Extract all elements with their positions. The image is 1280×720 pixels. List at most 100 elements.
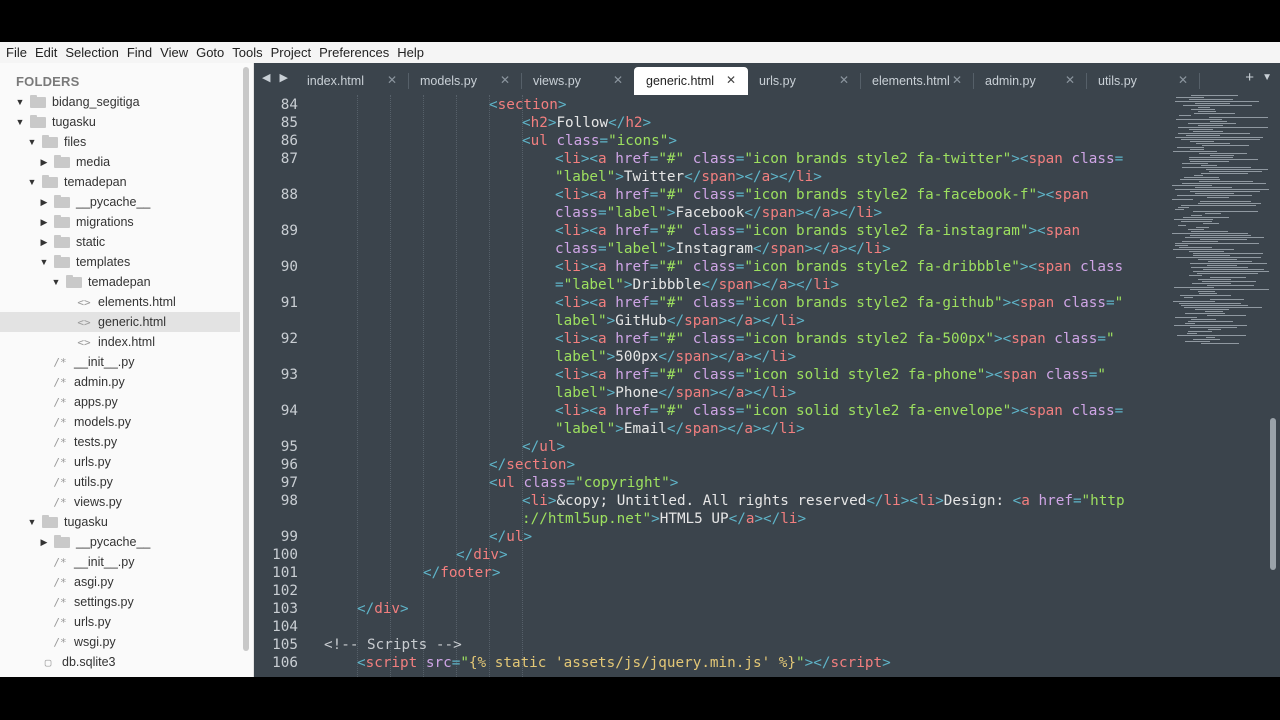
- chevron-down-icon[interactable]: ▼: [14, 117, 26, 127]
- code-line[interactable]: 99 </ul>: [254, 528, 1174, 546]
- code-line[interactable]: label">GitHub</span></a></li>: [254, 312, 1174, 330]
- code-line[interactable]: 102: [254, 582, 1174, 600]
- file-item[interactable]: /* asgi.py: [0, 572, 240, 592]
- file-item[interactable]: /* __init__.py: [0, 352, 240, 372]
- file-item[interactable]: /* settings.py: [0, 592, 240, 612]
- code-line[interactable]: 97 <ul class="copyright">: [254, 474, 1174, 492]
- chevron-down-icon[interactable]: ▼: [50, 277, 62, 287]
- chevron-down-icon[interactable]: ▼: [38, 257, 50, 267]
- chevron-right-icon[interactable]: ▶: [38, 237, 50, 248]
- code-line[interactable]: 85 <h2>Follow</h2>: [254, 114, 1174, 132]
- file-item[interactable]: /* apps.py: [0, 392, 240, 412]
- tab-dropdown-icon[interactable]: ▼: [1262, 72, 1272, 83]
- tab-index-html[interactable]: index.html ✕: [295, 67, 409, 95]
- chevron-right-icon[interactable]: ▶: [38, 157, 50, 168]
- code-line[interactable]: 103 </div>: [254, 600, 1174, 618]
- chevron-right-icon[interactable]: ▶: [38, 197, 50, 208]
- code-line[interactable]: 101 </footer>: [254, 564, 1174, 582]
- file-item[interactable]: <> elements.html: [0, 292, 240, 312]
- tab-views-py[interactable]: views.py ✕: [521, 67, 635, 95]
- file-item[interactable]: /* views.py: [0, 492, 240, 512]
- close-icon[interactable]: ✕: [726, 73, 736, 87]
- file-item[interactable]: /* utils.py: [0, 472, 240, 492]
- code-line[interactable]: 95 </ul>: [254, 438, 1174, 456]
- close-icon[interactable]: ✕: [839, 73, 849, 87]
- folder-item[interactable]: ▼ temadepan: [0, 272, 240, 292]
- folder-item[interactable]: ▶ __pycache__: [0, 532, 240, 552]
- code-line[interactable]: 100 </div>: [254, 546, 1174, 564]
- folder-item[interactable]: ▶ __pycache__: [0, 192, 240, 212]
- file-item[interactable]: ▢ db.sqlite3: [0, 652, 240, 672]
- file-item[interactable]: <> index.html: [0, 332, 240, 352]
- code-line[interactable]: "label">Email</span></a></li>: [254, 420, 1174, 438]
- menu-item-goto[interactable]: Goto: [196, 45, 224, 60]
- file-item[interactable]: <> generic.html: [0, 312, 240, 332]
- menu-item-tools[interactable]: Tools: [232, 45, 262, 60]
- file-item[interactable]: /* admin.py: [0, 372, 240, 392]
- close-icon[interactable]: ✕: [387, 73, 397, 87]
- menu-item-file[interactable]: File: [6, 45, 27, 60]
- code-line[interactable]: 88 <li><a href="#" class="icon brands sty…: [254, 186, 1174, 204]
- close-icon[interactable]: ✕: [1178, 73, 1188, 87]
- tab-admin-py[interactable]: admin.py ✕: [973, 67, 1087, 95]
- menu-item-view[interactable]: View: [160, 45, 188, 60]
- tab-models-py[interactable]: models.py ✕: [408, 67, 522, 95]
- code-line[interactable]: class="label">Instagram</span></a></li>: [254, 240, 1174, 258]
- tab-elements-html[interactable]: elements.html ✕: [860, 67, 974, 95]
- tab-nav-arrows-icon[interactable]: ◀ ▶: [262, 71, 291, 84]
- code-line[interactable]: label">500px</span></a></li>: [254, 348, 1174, 366]
- folder-item[interactable]: ▼ files: [0, 132, 240, 152]
- code-line[interactable]: ://html5up.net">HTML5 UP</a></li>: [254, 510, 1174, 528]
- tab-utils-py[interactable]: utils.py ✕: [1086, 67, 1200, 95]
- code-line[interactable]: 86 <ul class="icons">: [254, 132, 1174, 150]
- folder-item[interactable]: ▼ bidang_segitiga: [0, 92, 240, 112]
- tab-urls-py[interactable]: urls.py ✕: [747, 67, 861, 95]
- file-item[interactable]: /* wsgi.py: [0, 632, 240, 652]
- code-line[interactable]: 94 <li><a href="#" class="icon solid styl…: [254, 402, 1174, 420]
- folder-item[interactable]: ▼ temadepan: [0, 172, 240, 192]
- menu-item-selection[interactable]: Selection: [65, 45, 118, 60]
- chevron-down-icon[interactable]: ▼: [26, 177, 38, 187]
- menu-item-preferences[interactable]: Preferences: [319, 45, 389, 60]
- code-line[interactable]: 96 </section>: [254, 456, 1174, 474]
- code-line[interactable]: 98 <li>&copy; Untitled. All rights reserv…: [254, 492, 1174, 510]
- close-icon[interactable]: ✕: [500, 73, 510, 87]
- folder-item[interactable]: ▼ tugasku: [0, 512, 240, 532]
- code-line[interactable]: 90 <li><a href="#" class="icon brands sty…: [254, 258, 1174, 276]
- code-line[interactable]: ="label">Dribbble</span></a></li>: [254, 276, 1174, 294]
- folder-item[interactable]: ▶ migrations: [0, 212, 240, 232]
- chevron-right-icon[interactable]: ▶: [38, 537, 50, 548]
- menu-item-find[interactable]: Find: [127, 45, 152, 60]
- minimap[interactable]: [1168, 95, 1269, 355]
- close-icon[interactable]: ✕: [952, 73, 962, 87]
- close-icon[interactable]: ✕: [613, 73, 623, 87]
- file-item[interactable]: /* tests.py: [0, 432, 240, 452]
- close-icon[interactable]: ✕: [1065, 73, 1075, 87]
- code-line[interactable]: "label">Twitter</span></a></li>: [254, 168, 1174, 186]
- file-item[interactable]: /* __init__.py: [0, 552, 240, 572]
- chevron-right-icon[interactable]: ▶: [38, 217, 50, 228]
- code-line[interactable]: label">Phone</span></a></li>: [254, 384, 1174, 402]
- code-line[interactable]: 106 <script src="{% static 'assets/js/jqu…: [254, 654, 1174, 672]
- file-item[interactable]: /* models.py: [0, 412, 240, 432]
- code-line[interactable]: class="label">Facebook</span></a></li>: [254, 204, 1174, 222]
- file-item[interactable]: /* urls.py: [0, 612, 240, 632]
- sidebar-scrollbar[interactable]: [243, 67, 249, 651]
- chevron-down-icon[interactable]: ▼: [26, 517, 38, 527]
- code-line[interactable]: 91 <li><a href="#" class="icon brands sty…: [254, 294, 1174, 312]
- folder-item[interactable]: ▶ media: [0, 152, 240, 172]
- folder-item[interactable]: ▼ templates: [0, 252, 240, 272]
- file-item[interactable]: /* urls.py: [0, 452, 240, 472]
- editor-scrollbar[interactable]: [1270, 418, 1276, 570]
- code-line[interactable]: 89 <li><a href="#" class="icon brands sty…: [254, 222, 1174, 240]
- code-line[interactable]: 84 <section>: [254, 96, 1174, 114]
- folder-item[interactable]: ▶ static: [0, 232, 240, 252]
- code-line[interactable]: 93 <li><a href="#" class="icon solid styl…: [254, 366, 1174, 384]
- menu-item-project[interactable]: Project: [271, 45, 311, 60]
- code-line[interactable]: 92 <li><a href="#" class="icon brands sty…: [254, 330, 1174, 348]
- menu-item-help[interactable]: Help: [397, 45, 424, 60]
- code-line[interactable]: 104: [254, 618, 1174, 636]
- chevron-down-icon[interactable]: ▼: [26, 137, 38, 147]
- tab-generic-html[interactable]: generic.html ✕: [634, 67, 748, 95]
- code-line[interactable]: 87 <li><a href="#" class="icon brands sty…: [254, 150, 1174, 168]
